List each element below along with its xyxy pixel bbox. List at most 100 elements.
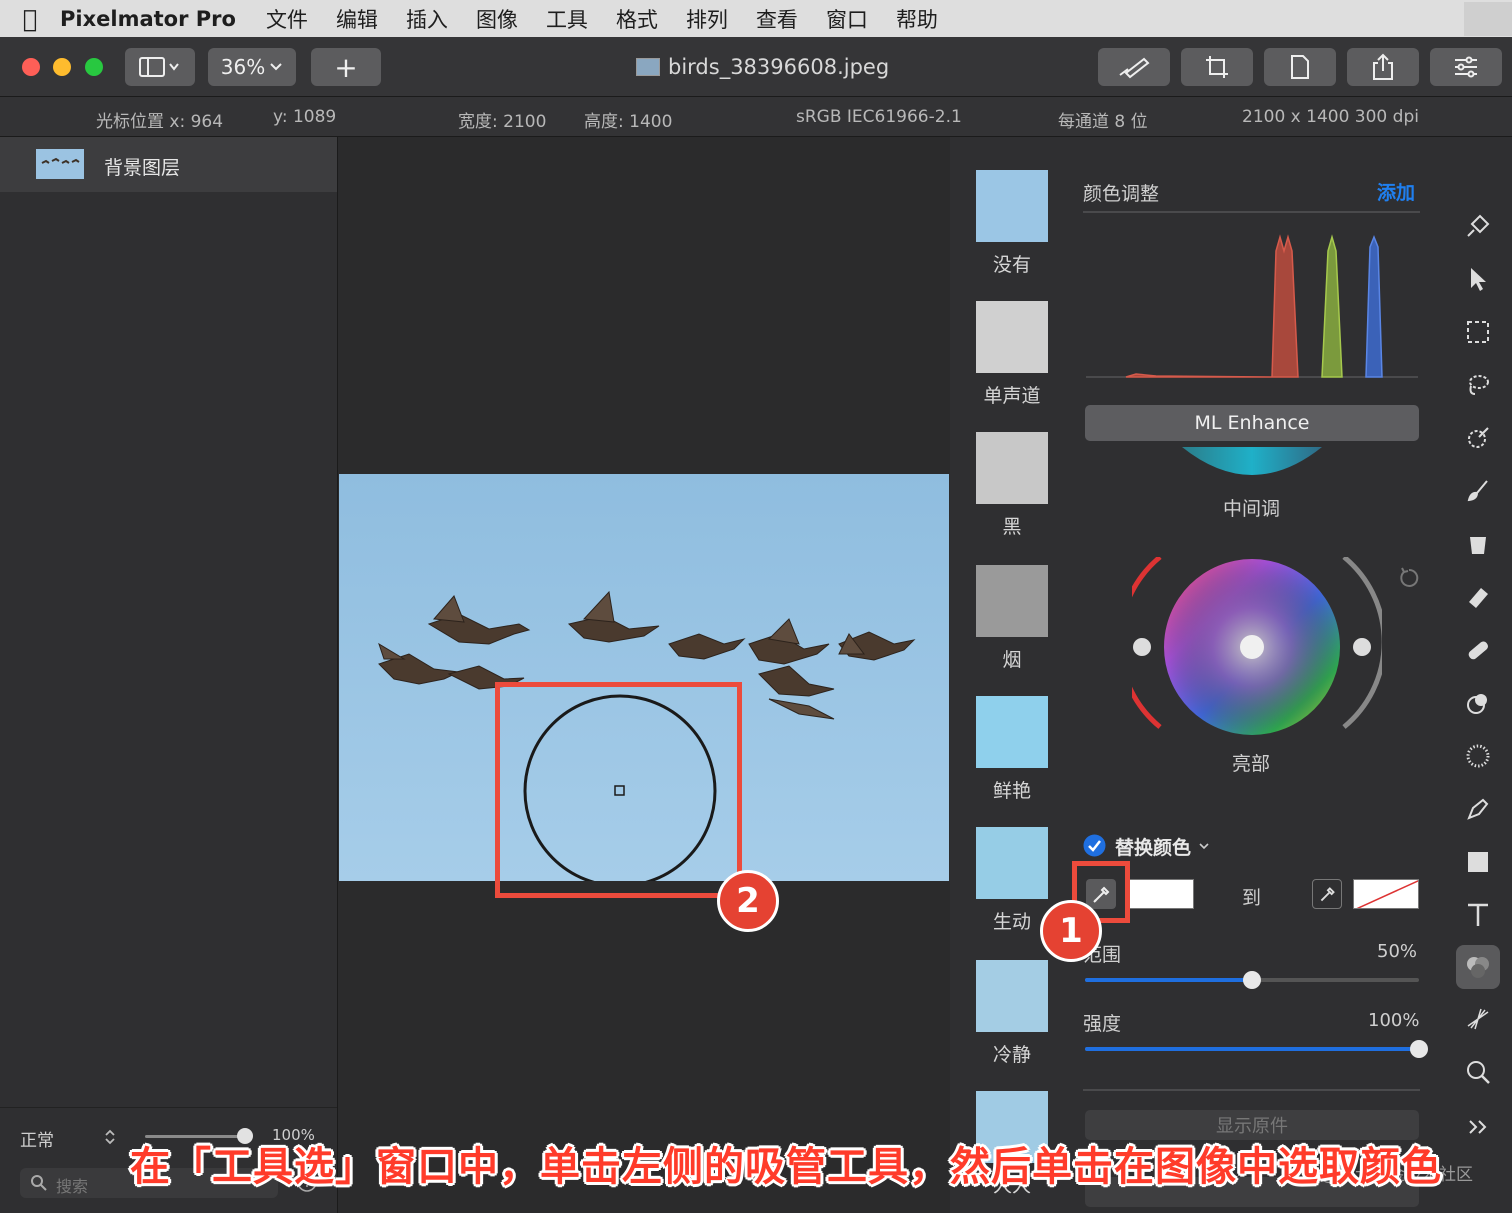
zoom-tool[interactable] xyxy=(1456,1050,1500,1094)
shape-tool[interactable] xyxy=(1456,840,1500,884)
menu-insert[interactable]: 插入 xyxy=(406,4,448,34)
rectangular-selection-tool[interactable] xyxy=(1456,310,1500,354)
reset-icon[interactable] xyxy=(1398,567,1420,589)
menu-file[interactable]: 文件 xyxy=(266,4,308,34)
zoom-dropdown[interactable]: 36% xyxy=(208,48,296,86)
range-slider-thumb[interactable] xyxy=(1243,971,1261,989)
marquee-icon xyxy=(1467,321,1489,343)
magic-wand-icon xyxy=(1468,427,1489,448)
source-color-swatch[interactable] xyxy=(1129,879,1194,909)
cursor-y: y: 1089 xyxy=(273,107,337,127)
blend-mode-select[interactable]: 正常 xyxy=(20,1126,54,1151)
brush-stroke-icon xyxy=(1119,57,1150,79)
erase-tool[interactable] xyxy=(1456,575,1500,619)
menu-arrange[interactable]: 排列 xyxy=(686,4,728,34)
apple-menu-icon[interactable]:  xyxy=(0,5,60,33)
crop-button[interactable] xyxy=(1181,48,1253,86)
add-button[interactable]: + xyxy=(311,48,381,86)
intensity-label: 强度 xyxy=(1083,1013,1122,1035)
up-down-chevron-icon xyxy=(105,1129,115,1145)
type-tool[interactable] xyxy=(1456,893,1500,937)
arrange-tool-icon xyxy=(1467,214,1490,237)
info-bar: 光标位置 x: 964 y: 1089 宽度: 2100 高度: 1400 sR… xyxy=(0,97,1512,137)
preset-none[interactable]: 没有 xyxy=(976,170,1048,277)
replace-color-label[interactable]: 替换颜色 xyxy=(1115,833,1191,860)
lasso-tool[interactable] xyxy=(1456,363,1500,407)
image-dimensions: 2100 x 1400 300 dpi xyxy=(1242,107,1419,127)
target-eyedropper-button[interactable] xyxy=(1312,879,1342,909)
preset-black[interactable]: 黑 xyxy=(976,432,1048,539)
tutorial-caption: 在「工具选」窗口中，单击左侧的吸管工具，然后单击在图像中选取颜色 xyxy=(130,1144,1442,1190)
repair-tool[interactable] xyxy=(1456,628,1500,672)
preset-label: 生动 xyxy=(992,911,1031,933)
color-adjust-tool[interactable] xyxy=(1456,945,1500,989)
layer-name: 背景图层 xyxy=(104,157,181,179)
menu-edit[interactable]: 编辑 xyxy=(336,4,378,34)
pen-tool[interactable] xyxy=(1456,787,1500,831)
zoom-window-button[interactable] xyxy=(85,58,103,76)
histogram xyxy=(1086,234,1418,378)
search-icon xyxy=(31,1175,47,1191)
preset-thumbnail xyxy=(976,432,1048,504)
distort-tool[interactable] xyxy=(1456,997,1500,1041)
checkbox-checked-icon[interactable] xyxy=(1083,834,1106,857)
clone-tool[interactable] xyxy=(1456,681,1500,725)
close-window-button[interactable] xyxy=(22,58,40,76)
text-icon xyxy=(1468,903,1488,926)
document-title: birds_38396608.jpeg xyxy=(636,55,889,79)
menu-tools[interactable]: 工具 xyxy=(546,4,588,34)
preset-mono[interactable]: 单声道 xyxy=(976,301,1048,408)
document-icon xyxy=(1291,55,1309,79)
image-width: 宽度: 2100 xyxy=(458,112,547,132)
select-tool[interactable] xyxy=(1456,257,1500,301)
paint-tool[interactable] xyxy=(1456,469,1500,513)
share-button[interactable] xyxy=(1347,48,1419,86)
preset-lively[interactable]: 生动 xyxy=(976,827,1048,934)
layer-row[interactable]: 背景图层 xyxy=(0,137,337,192)
annotation-badge-2: 2 xyxy=(717,870,779,932)
preset-vivid[interactable]: 鲜艳 xyxy=(976,696,1048,803)
menu-format[interactable]: 格式 xyxy=(616,4,658,34)
adjustments-toggle-button[interactable] xyxy=(1430,48,1502,86)
menu-view[interactable]: 查看 xyxy=(756,4,798,34)
preset-smoke[interactable]: 烟 xyxy=(976,565,1048,672)
canvas-area[interactable] xyxy=(339,137,949,1213)
style-tool-button[interactable] xyxy=(1098,48,1170,86)
preset-label: 黑 xyxy=(1002,516,1022,538)
eyedropper-icon xyxy=(1320,887,1335,902)
menu-image[interactable]: 图像 xyxy=(476,4,518,34)
preset-label: 冷静 xyxy=(992,1044,1031,1066)
menu-help[interactable]: 帮助 xyxy=(896,4,938,34)
lasso-icon xyxy=(1469,375,1489,395)
preset-calm[interactable]: 冷静 xyxy=(976,960,1048,1067)
clone-stamp-icon xyxy=(1467,694,1487,714)
sliders-icon xyxy=(1455,56,1477,78)
image-height: 高度: 1400 xyxy=(584,112,673,132)
style-tool[interactable] xyxy=(1456,204,1500,248)
menu-bar:  Pixelmator Pro 文件 编辑 插入 图像 工具 格式 排列 查看… xyxy=(0,0,1512,37)
menu-window[interactable]: 窗口 xyxy=(826,4,868,34)
add-adjustment-link[interactable]: 添加 xyxy=(1377,178,1415,205)
ml-enhance-button[interactable]: ML Enhance xyxy=(1085,405,1419,441)
chevron-down-icon[interactable] xyxy=(1198,841,1210,851)
target-color-swatch[interactable] xyxy=(1353,879,1419,909)
document-button[interactable] xyxy=(1264,48,1336,86)
app-menu[interactable]: Pixelmator Pro xyxy=(60,7,236,31)
quick-selection-tool[interactable] xyxy=(1456,416,1500,460)
more-tools-button[interactable] xyxy=(1456,1105,1500,1149)
highlights-label: 亮部 xyxy=(1232,753,1271,775)
preset-thumbnail xyxy=(976,827,1048,899)
range-value: 50% xyxy=(1377,941,1418,962)
annotation-badge-1: 1 xyxy=(1040,900,1102,962)
window-toolbar: 36% + birds_38396608.jpeg xyxy=(0,37,1512,97)
range-slider[interactable] xyxy=(1085,971,1419,989)
intensity-slider[interactable] xyxy=(1085,1040,1428,1058)
image-file-icon xyxy=(636,58,660,76)
paint-bucket-tool[interactable] xyxy=(1456,522,1500,566)
minimize-window-button[interactable] xyxy=(53,58,71,76)
intensity-slider-thumb[interactable] xyxy=(1410,1040,1428,1058)
sidebar-toggle-button[interactable] xyxy=(125,48,195,86)
highlights-color-wheel[interactable] xyxy=(1132,557,1382,737)
retouch-tool[interactable] xyxy=(1456,734,1500,778)
preset-thumbnail xyxy=(976,170,1048,242)
